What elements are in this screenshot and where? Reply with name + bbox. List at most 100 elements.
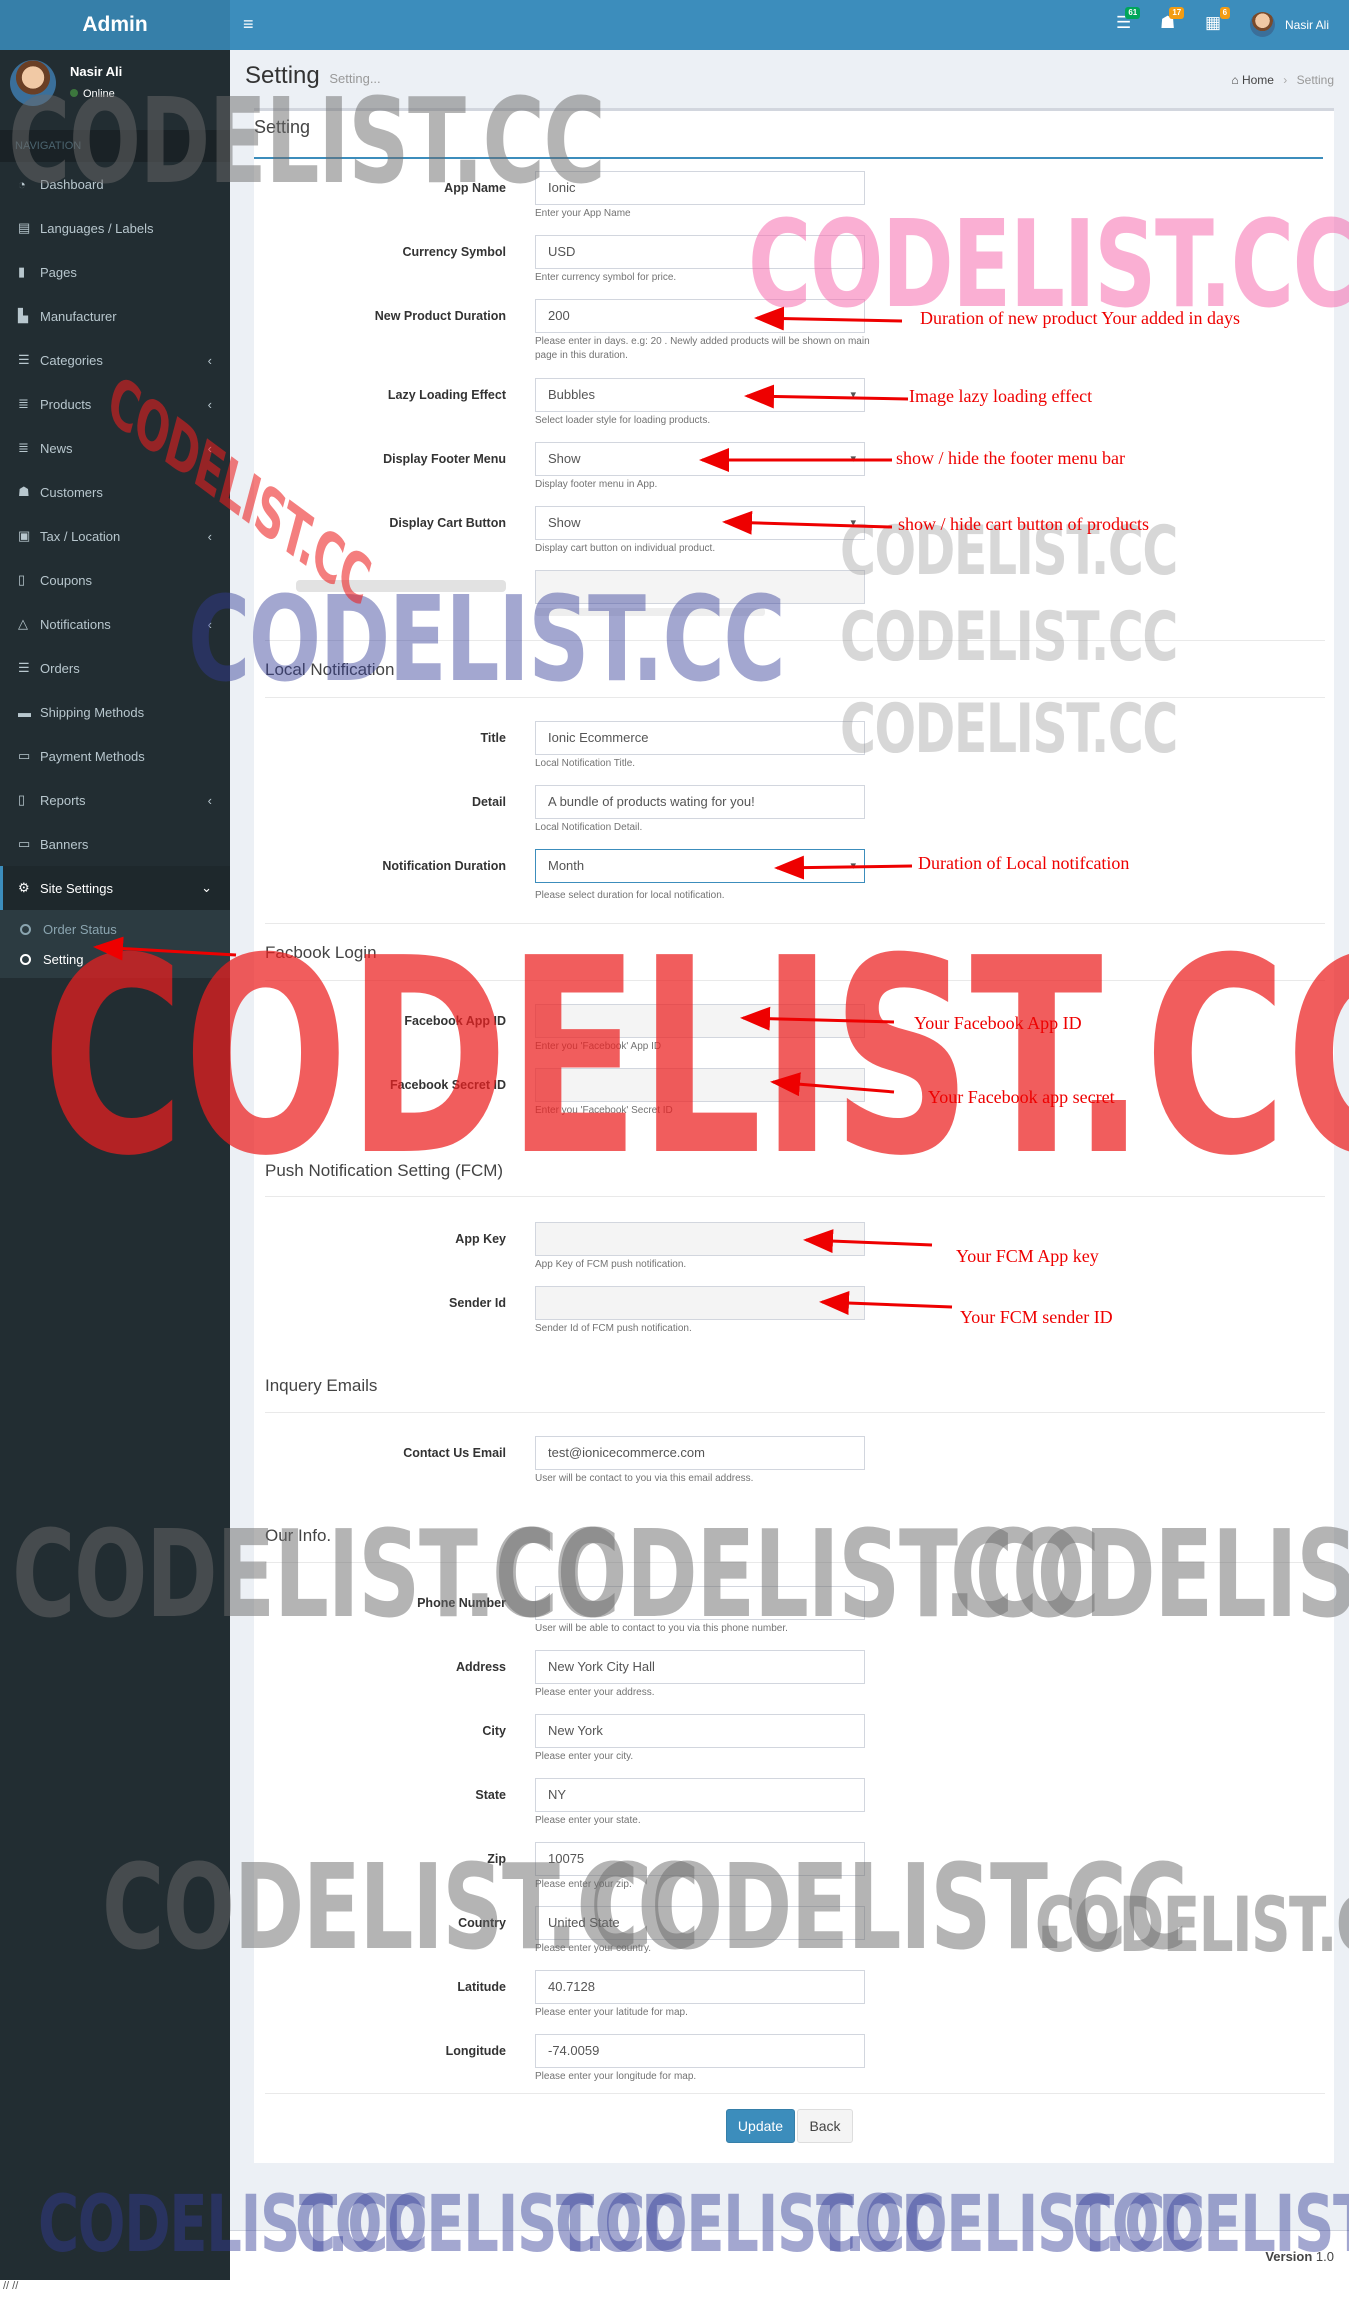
address-input[interactable]: New York City Hall: [535, 1650, 865, 1684]
state-input[interactable]: NY: [535, 1778, 865, 1812]
sidebar-item-order-status[interactable]: Order Status: [0, 914, 230, 944]
longitude-label: Longitude: [445, 2044, 506, 2058]
home-icon: ⌂: [1231, 73, 1239, 87]
phone-number-input[interactable]: [535, 1586, 865, 1620]
display-footer-menu-select[interactable]: Show: [535, 442, 865, 476]
inquiry-emails-heading: Inquery Emails: [265, 1376, 378, 1395]
sidebar-item-banners[interactable]: ▭ Banners: [0, 822, 230, 866]
facebook-app-id-input[interactable]: [535, 1004, 865, 1038]
money-icon: ▣: [18, 528, 31, 543]
sidebar-item-payment-methods[interactable]: ▭ Payment Methods: [0, 734, 230, 778]
online-status: Online: [70, 88, 115, 100]
sidebar-item-label: Dashboard: [40, 176, 104, 192]
sidebar-item-categories[interactable]: ☰ Categories ‹: [0, 338, 230, 382]
new-product-duration-help: Please enter in days. e.g: 20 . Newly ad…: [535, 336, 870, 361]
breadcrumb-home[interactable]: Home: [1242, 73, 1274, 87]
notification-title-input[interactable]: Ionic Ecommerce: [535, 721, 865, 755]
sidebar: Nasir Ali Online NAVIGATION ◔ Dashboard ▤ L…: [0, 50, 230, 2280]
users-icon: ☗: [18, 484, 30, 499]
our-info-heading: Our Info.: [265, 1526, 332, 1545]
facebook-app-id-help: Enter you 'Facebook' App ID: [535, 1041, 662, 1052]
sidebar-item-setting[interactable]: Setting: [0, 944, 230, 974]
status-text: Online: [83, 88, 115, 100]
orders-notification-button[interactable]: ☰ 61: [1116, 7, 1141, 33]
sidebar-item-label: Orders: [40, 660, 80, 676]
display-cart-button-select[interactable]: Show: [535, 506, 865, 540]
contact-email-input[interactable]: test@ionicecommerce.com: [535, 1436, 865, 1470]
language-icon: ▤: [18, 220, 31, 235]
sidebar-item-customers[interactable]: ☗ Customers: [0, 470, 230, 514]
sidebar-item-shipping-methods[interactable]: ▬ Shipping Methods: [0, 690, 230, 734]
sidebar-item-label: Notifications: [40, 616, 111, 632]
customers-notification-button[interactable]: ☗ 17: [1160, 7, 1185, 33]
sidebar-item-label: Tax / Location: [40, 528, 121, 544]
notification-duration-select[interactable]: Month: [535, 849, 865, 883]
sidebar-item-notifications[interactable]: △ Notifications ‹: [0, 602, 230, 646]
sidebar-item-pages[interactable]: ▮ Pages: [0, 250, 230, 294]
back-button[interactable]: Back: [797, 2109, 853, 2143]
currency-symbol-input[interactable]: USD: [535, 235, 865, 269]
display-footer-menu-label: Display Footer Menu: [383, 452, 506, 466]
sidebar-item-label: Customers: [40, 484, 103, 500]
latitude-label: Latitude: [457, 1980, 506, 1994]
zip-input[interactable]: 10075: [535, 1842, 865, 1876]
orders-count-badge: 61: [1125, 7, 1141, 19]
annotation-local-duration: Duration of Local notifcation: [918, 853, 1130, 873]
fcm-sender-id-input[interactable]: [535, 1286, 865, 1320]
annotation-duration: Duration of new product Your added in da…: [920, 308, 1240, 328]
sidebar-item-coupons[interactable]: ▯ Coupons: [0, 558, 230, 602]
pages-icon: ▮: [18, 264, 26, 279]
app-name-input[interactable]: Ionic: [535, 171, 865, 205]
country-help: Please enter your country.: [535, 1943, 651, 1954]
section-divider: [265, 697, 1325, 698]
user-menu[interactable]: Nasir Ali: [1250, 12, 1329, 37]
site-settings-submenu: Order Status Setting: [0, 910, 230, 978]
sidebar-item-languages-labels[interactable]: ▤ Languages / Labels: [0, 206, 230, 250]
sidebar-item-products[interactable]: ≣ Products ‹: [0, 382, 230, 426]
facebook-app-id-label: Facebook App ID: [404, 1014, 506, 1028]
sidebar-item-dashboard[interactable]: ◔ Dashboard: [0, 162, 230, 206]
page-title: Setting: [245, 62, 320, 89]
notification-duration-label: Notification Duration: [382, 859, 506, 873]
new-product-duration-label: New Product Duration: [374, 309, 506, 323]
notification-detail-input[interactable]: A bundle of products wating for you!: [535, 785, 865, 819]
products-count-badge: 6: [1219, 7, 1231, 19]
section-divider: [265, 1412, 1325, 1413]
new-product-duration-input[interactable]: 200: [535, 299, 865, 333]
avatar: [10, 60, 56, 106]
sidebar-item-orders[interactable]: ☰ Orders: [0, 646, 230, 690]
blurred-input[interactable]: [535, 570, 865, 604]
sidebar-item-label: Site Settings: [40, 880, 113, 896]
city-input[interactable]: New York: [535, 1714, 865, 1748]
chevron-icon: ⌄: [201, 880, 212, 895]
sidebar-toggle-icon[interactable]: ≡: [243, 14, 254, 35]
app-logo[interactable]: Admin: [0, 0, 230, 50]
sidebar-item-reports[interactable]: ▯ Reports ‹: [0, 778, 230, 822]
lazy-loading-select[interactable]: Bubbles: [535, 378, 865, 412]
chevron-icon: ‹: [207, 792, 212, 808]
fcm-app-key-input[interactable]: [535, 1222, 865, 1256]
annotation-fcm-sender: Your FCM sender ID: [960, 1307, 1113, 1327]
industry-icon: ▙: [18, 308, 28, 323]
user-panel: Nasir Ali Online: [0, 50, 230, 130]
facebook-secret-input[interactable]: [535, 1068, 865, 1102]
annotation-lazy: Image lazy loading effect: [909, 386, 1093, 406]
longitude-input[interactable]: -74.0059: [535, 2034, 865, 2068]
circle-icon: [20, 923, 31, 935]
update-button[interactable]: Update: [726, 2109, 795, 2143]
breadcrumb: ⌂ Home › Setting: [1231, 73, 1334, 87]
sidebar-item-tax-location[interactable]: ▣ Tax / Location ‹: [0, 514, 230, 558]
currency-symbol-help: Enter currency symbol for price.: [535, 272, 677, 283]
sidebar-item-manufacturer[interactable]: ▙ Manufacturer: [0, 294, 230, 338]
products-notification-button[interactable]: ▦ 6: [1205, 7, 1231, 33]
zip-help: Please enter your zip.: [535, 1879, 632, 1890]
sidebar-item-news[interactable]: ≣ News ‹: [0, 426, 230, 470]
section-divider: [265, 2093, 1325, 2094]
version-label: Version: [1265, 2249, 1313, 2264]
sidebar-item-site-settings[interactable]: ⚙ Site Settings ⌄: [0, 866, 230, 910]
sidebar-menu: ◔ Dashboard ▤ Languages / Labels ▮ Pages ▙ Manu…: [0, 162, 230, 910]
latitude-input[interactable]: 40.7128: [535, 1970, 865, 2004]
push-notification-heading: Push Notification Setting (FCM): [265, 1161, 504, 1180]
status-dot-icon: [70, 89, 78, 97]
country-input[interactable]: United State: [535, 1906, 865, 1940]
